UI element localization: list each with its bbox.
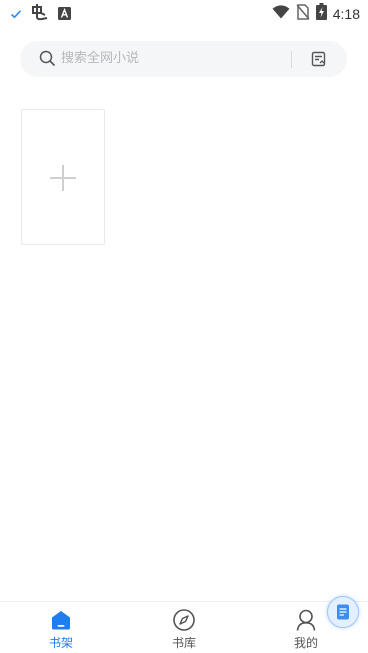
home-icon [49, 608, 73, 632]
search-icon [39, 50, 56, 71]
battery-charging-icon [315, 3, 327, 24]
nav-label-bookshelf: 书架 [48, 636, 73, 650]
status-left [10, 3, 71, 25]
status-right: 4:18 [272, 3, 360, 24]
plus-icon [49, 164, 77, 196]
wifi-icon [272, 4, 290, 23]
nav-label-mine: 我的 [293, 636, 318, 650]
a-badge-icon [58, 5, 71, 24]
search-bar[interactable]: 搜索全网小说 [20, 41, 347, 77]
check-icon [10, 5, 22, 24]
compass-icon [172, 608, 196, 632]
search-divider [291, 51, 292, 68]
app-logo-icon [30, 3, 50, 25]
nav-item-bookshelf[interactable]: 书架 [26, 608, 96, 652]
bottom-nav: 书架 书库 我的 [0, 601, 368, 653]
nav-item-library[interactable]: 书库 [149, 608, 219, 652]
search-input[interactable]: 搜索全网小说 [61, 41, 139, 77]
nav-label-library: 书库 [171, 636, 196, 650]
clock: 4:18 [332, 5, 360, 22]
status-bar: 4:18 [0, 0, 368, 26]
user-icon [294, 608, 318, 632]
add-book-card[interactable] [21, 109, 105, 245]
no-sim-icon [296, 3, 310, 24]
floating-document-button[interactable] [327, 596, 359, 628]
list-edit-icon[interactable] [310, 50, 328, 68]
